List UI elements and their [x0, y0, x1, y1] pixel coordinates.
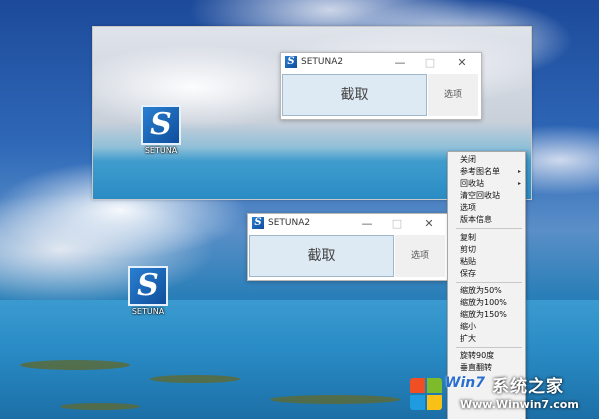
menu-separator: [456, 228, 522, 229]
desktop-icon-label: SETUNA: [144, 146, 178, 155]
setuna-logo-icon: S: [128, 266, 168, 306]
menu-item-label: 版本信息: [460, 215, 492, 224]
maximize-button[interactable]: □: [419, 55, 441, 70]
menu-item-label: 复制: [460, 233, 476, 242]
menu-item-options[interactable]: 选项: [448, 202, 525, 214]
options-button[interactable]: 选项: [395, 235, 445, 277]
submenu-arrow-icon: ▸: [517, 168, 521, 175]
maximize-button[interactable]: □: [386, 216, 408, 231]
setuna-logo-icon: S: [141, 105, 181, 145]
watermark-url: Www.Winwin7.com: [460, 398, 579, 411]
menu-separator: [456, 282, 522, 283]
menu-item-save[interactable]: 保存: [448, 268, 525, 280]
menu-item-label: 旋转90度: [460, 351, 495, 360]
setuna-logo-icon: S: [285, 56, 297, 68]
menu-item-label: 缩放为50%: [460, 286, 502, 295]
menu-item-label: 选项: [460, 203, 476, 212]
menu-item-label: 剪切: [460, 245, 476, 254]
desktop-icon-setuna[interactable]: S SETUNA: [118, 266, 178, 316]
island: [60, 403, 140, 410]
menu-item-cut[interactable]: 剪切: [448, 244, 525, 256]
menu-item-version-info[interactable]: 版本信息: [448, 214, 525, 226]
menu-item-label: 保存: [460, 269, 476, 278]
menu-item-label: 垂直翻转: [460, 363, 492, 372]
menu-item-enlarge[interactable]: 扩大: [448, 333, 525, 345]
desktop-background: S SETUNA S SETUNA2 — □ ✕ 截取 选项 S SETUNA …: [0, 0, 599, 419]
menu-item-reference-list[interactable]: 参考图名单 ▸: [448, 166, 525, 178]
menu-item-paste[interactable]: 粘贴: [448, 256, 525, 268]
close-button[interactable]: ✕: [418, 216, 440, 231]
window-title: SETUNA2: [301, 57, 344, 67]
watermark-brand: Win7: [445, 375, 485, 391]
desktop-icon-label: SETUNA: [131, 307, 165, 316]
watermark-text: 系统之家: [492, 377, 564, 397]
window-title: SETUNA2: [268, 218, 311, 228]
capture-button[interactable]: 截取: [282, 74, 427, 116]
menu-item-label: 清空回收站: [460, 191, 500, 200]
island: [150, 375, 240, 383]
setuna-logo-icon: S: [252, 217, 264, 229]
desktop-icon-setuna[interactable]: S SETUNA: [131, 105, 191, 155]
menu-item-zoom-50[interactable]: 缩放为50%: [448, 285, 525, 297]
submenu-arrow-icon: ▸: [517, 180, 521, 187]
capture-button[interactable]: 截取: [249, 235, 394, 277]
menu-item-close[interactable]: 关闭: [448, 154, 525, 166]
menu-item-label: 关闭: [460, 155, 476, 164]
menu-item-label: 参考图名单: [460, 167, 500, 176]
setuna-window[interactable]: S SETUNA2 — □ ✕ 截取 选项: [280, 52, 482, 120]
menu-item-zoom-100[interactable]: 缩放为100%: [448, 297, 525, 309]
close-button[interactable]: ✕: [451, 55, 473, 70]
menu-item-empty-recycle-bin[interactable]: 清空回收站: [448, 190, 525, 202]
menu-item-recycle-bin[interactable]: 回收站 ▸: [448, 178, 525, 190]
menu-item-label: 缩放为100%: [460, 298, 507, 307]
menu-item-label: 粘贴: [460, 257, 476, 266]
menu-item-shrink[interactable]: 缩小: [448, 321, 525, 333]
menu-item-label: 扩大: [460, 334, 476, 343]
menu-item-copy[interactable]: 复制: [448, 232, 525, 244]
window-titlebar[interactable]: S SETUNA2 — □ ✕: [248, 214, 448, 234]
setuna-window[interactable]: S SETUNA2 — □ ✕ 截取 选项: [247, 213, 449, 281]
options-button[interactable]: 选项: [428, 74, 478, 116]
minimize-button[interactable]: —: [389, 55, 411, 70]
menu-item-rotate-90[interactable]: 旋转90度: [448, 350, 525, 362]
menu-separator: [456, 347, 522, 348]
window-titlebar[interactable]: S SETUNA2 — □ ✕: [281, 53, 481, 73]
island: [20, 360, 130, 370]
menu-item-label: 缩放为150%: [460, 310, 507, 319]
menu-item-label: 缩小: [460, 322, 476, 331]
windows-logo-icon: [408, 376, 444, 412]
island: [270, 395, 400, 404]
minimize-button[interactable]: —: [356, 216, 378, 231]
menu-item-label: 回收站: [460, 179, 484, 188]
menu-item-zoom-150[interactable]: 缩放为150%: [448, 309, 525, 321]
